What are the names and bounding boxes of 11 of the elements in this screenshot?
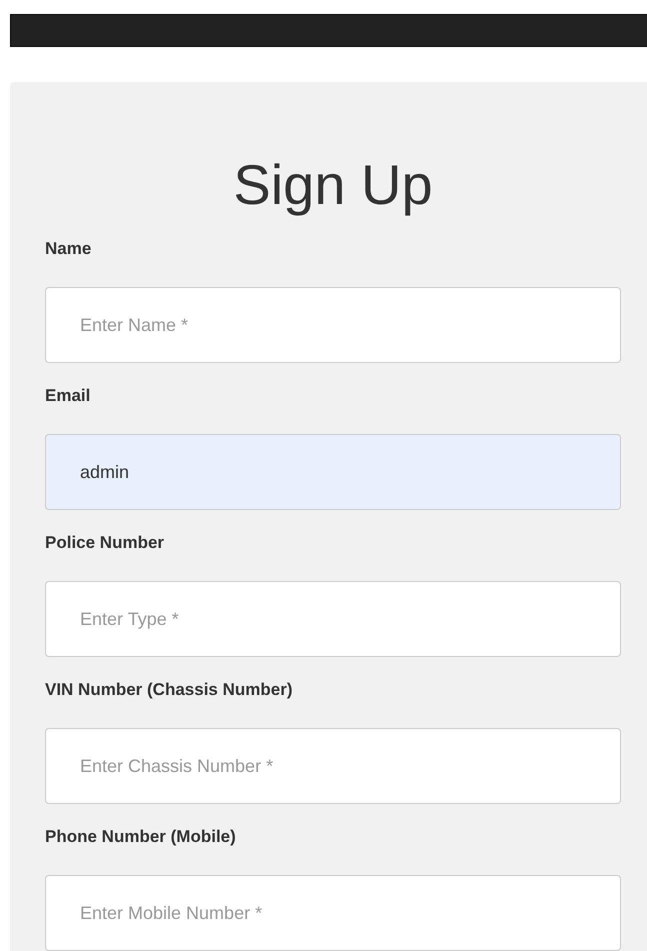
input-field[interactable]: admin xyxy=(45,434,621,510)
input-field[interactable]: Enter Chassis Number * xyxy=(45,728,621,804)
field-label: Name xyxy=(45,238,92,260)
input-field[interactable]: Enter Mobile Number * xyxy=(45,875,621,951)
field-label: Police Number xyxy=(45,532,166,554)
input-field[interactable]: Enter Type * xyxy=(45,581,621,657)
field-label: Phone Number (Mobile) xyxy=(45,826,237,848)
form-title: Sign Up xyxy=(232,154,434,216)
input-field[interactable]: Enter Name * xyxy=(45,287,621,363)
field-label: VIN Number (Chassis Number) xyxy=(45,679,294,701)
field-label: Email xyxy=(45,385,92,407)
